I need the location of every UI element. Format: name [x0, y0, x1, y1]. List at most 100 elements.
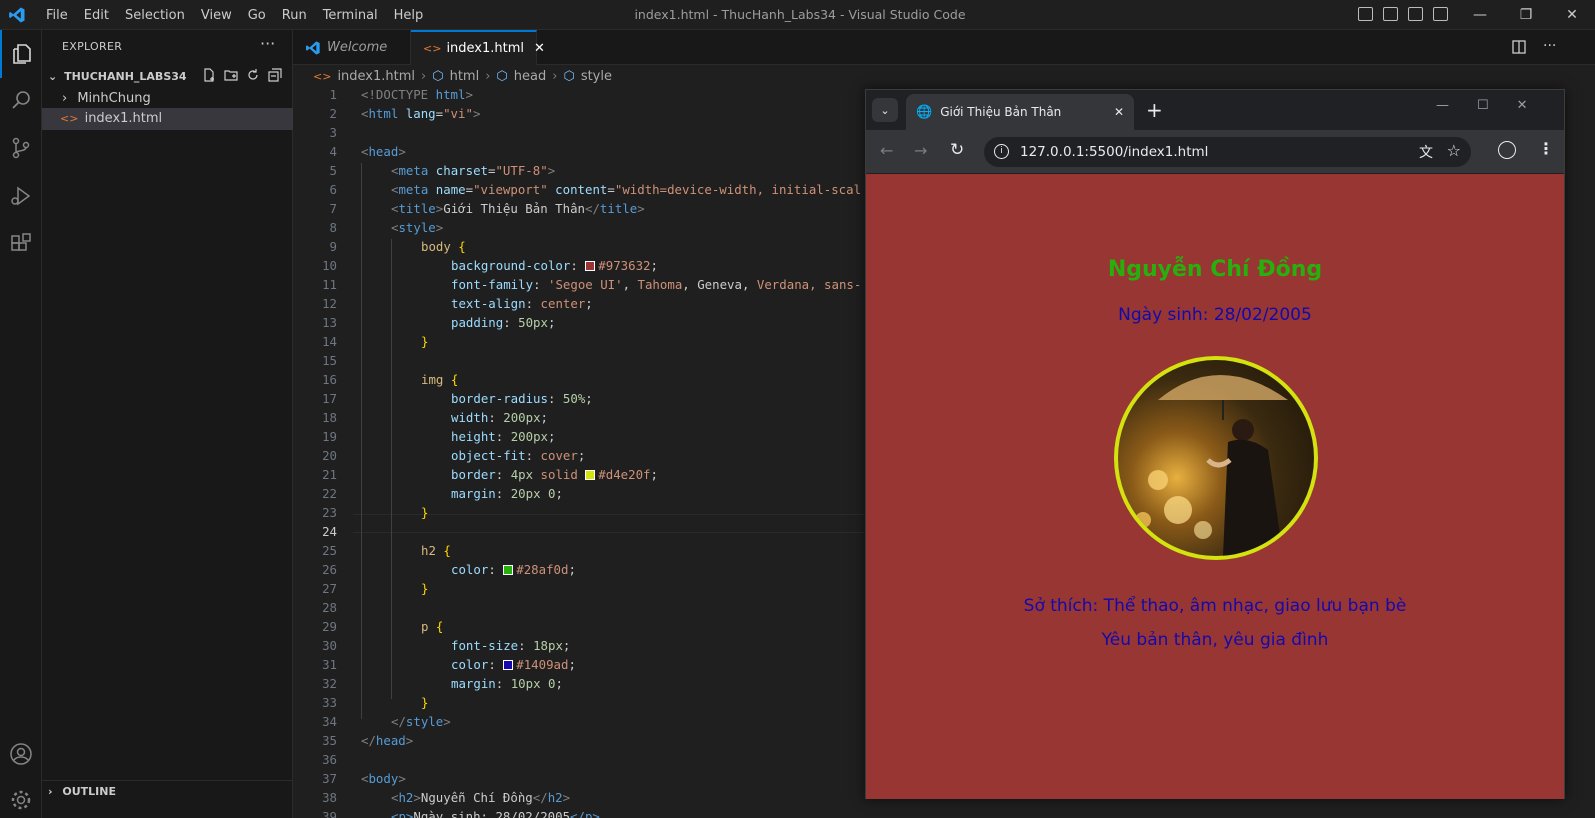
- split-editor-icon[interactable]: [1511, 39, 1527, 55]
- token: center: [540, 296, 586, 311]
- line-number: 26: [322, 562, 337, 577]
- token: ;: [540, 410, 549, 425]
- explorer-icon[interactable]: [0, 30, 42, 78]
- color-swatch[interactable]: [585, 470, 596, 480]
- new-folder-icon[interactable]: [224, 68, 238, 82]
- toggle-panel-icon[interactable]: [1383, 7, 1398, 21]
- tab-search-chevron-icon[interactable]: ⌄: [872, 98, 898, 122]
- token: height: [451, 429, 496, 444]
- menu-go[interactable]: Go: [240, 8, 274, 23]
- token: <!DOCTYPE: [361, 87, 436, 102]
- code-line: </head>: [361, 733, 413, 748]
- token: color: [451, 562, 489, 577]
- source-control-icon[interactable]: [0, 124, 42, 172]
- browser-tab-strip: ⌄ 🌐 Giới Thiệu Bản Thân ✕ + — ☐ ✕: [866, 90, 1564, 130]
- code-line: margin: 10px 0;: [361, 676, 563, 691]
- color-swatch[interactable]: [503, 660, 514, 670]
- browser-tab[interactable]: 🌐 Giới Thiệu Bản Thân ✕: [906, 94, 1134, 130]
- maximize-icon[interactable]: ☐: [1477, 98, 1489, 113]
- menu-selection[interactable]: Selection: [117, 8, 193, 23]
- token: Tahoma: [637, 277, 683, 292]
- minimize-icon[interactable]: —: [1457, 0, 1503, 30]
- breadcrumb-item[interactable]: style: [581, 69, 612, 84]
- code-line: border: 4px solid #d4e20f;: [361, 467, 658, 482]
- menu-help[interactable]: Help: [386, 8, 432, 23]
- restore-icon[interactable]: ❐: [1503, 0, 1549, 30]
- line-number: 28: [322, 600, 337, 615]
- close-window-icon[interactable]: ✕: [1517, 98, 1528, 113]
- line-number: 27: [322, 581, 337, 596]
- browser-menu-icon[interactable]: ⋮: [1538, 139, 1554, 158]
- minimize-icon[interactable]: —: [1436, 98, 1449, 113]
- breadcrumb-item[interactable]: index1.html: [337, 69, 415, 84]
- hobby-text: Sở thích: Thể thao, âm nhạc, giao lưu bạ…: [1023, 596, 1407, 616]
- forward-arrow-icon[interactable]: →: [914, 141, 927, 160]
- menu-view[interactable]: View: [193, 8, 240, 23]
- back-arrow-icon[interactable]: ←: [880, 141, 893, 160]
- color-swatch[interactable]: [503, 565, 514, 575]
- collapse-all-icon[interactable]: [268, 68, 282, 82]
- site-info-icon[interactable]: i: [994, 144, 1009, 159]
- manage-gear-icon[interactable]: [0, 776, 42, 818]
- menu-edit[interactable]: Edit: [76, 8, 117, 23]
- code-line: padding: 50px;: [361, 315, 555, 330]
- search-icon[interactable]: [0, 76, 42, 124]
- token: 50%: [562, 391, 586, 406]
- translate-icon[interactable]: 文: [1419, 142, 1433, 162]
- profile-icon[interactable]: [1498, 141, 1516, 159]
- toggle-primary-sidebar-icon[interactable]: [1358, 7, 1373, 21]
- bookmark-star-icon[interactable]: ☆: [1447, 141, 1461, 160]
- line-number: 18: [322, 410, 337, 425]
- tree-item-index1[interactable]: <> index1.html: [42, 108, 293, 130]
- breadcrumb-item[interactable]: html: [450, 69, 480, 84]
- menu-run[interactable]: Run: [274, 8, 315, 23]
- run-debug-icon[interactable]: [0, 172, 42, 220]
- token: 18px: [533, 638, 563, 653]
- tab-welcome[interactable]: Welcome: [293, 30, 411, 65]
- line-number: 11: [322, 277, 337, 292]
- code-line: <!DOCTYPE html>: [361, 87, 473, 102]
- tree-item-minhchung[interactable]: › MinhChung: [42, 88, 293, 110]
- code-line: background-color: #973632;: [361, 258, 658, 273]
- token: title: [398, 201, 436, 216]
- line-number: 20: [322, 448, 337, 463]
- close-tab-icon[interactable]: ✕: [1114, 105, 1124, 119]
- code-line: <h2>Nguyễn Chí Đồng</h2>: [361, 790, 570, 805]
- menu-terminal[interactable]: Terminal: [315, 8, 386, 23]
- code-line: <html lang="vi">: [361, 106, 480, 121]
- close-window-icon[interactable]: ✕: [1549, 0, 1595, 30]
- html-file-icon: <>: [60, 112, 79, 125]
- customize-layout-icon[interactable]: [1433, 7, 1448, 21]
- toggle-secondary-sidebar-icon[interactable]: [1408, 7, 1423, 21]
- line-number: 5: [329, 163, 337, 178]
- close-tab-icon[interactable]: ✕: [534, 41, 545, 56]
- token: ;: [585, 391, 593, 406]
- more-actions-icon[interactable]: ···: [260, 34, 275, 53]
- current-line-highlight: [353, 514, 913, 533]
- refresh-icon[interactable]: [246, 68, 260, 82]
- token: solid: [533, 467, 586, 482]
- tab-index1[interactable]: <> index1.html ✕: [411, 30, 545, 65]
- token: {: [435, 543, 451, 558]
- new-tab-icon[interactable]: +: [1146, 98, 1163, 122]
- reload-icon[interactable]: ↻: [950, 140, 964, 160]
- address-bar[interactable]: i 127.0.0.1:5500/index1.html 文 ☆: [984, 137, 1471, 167]
- token: #973632: [598, 258, 651, 273]
- color-swatch[interactable]: [585, 261, 596, 271]
- token: Nguyễn Chí Đồng: [420, 790, 533, 805]
- code-line: <head>: [361, 144, 406, 159]
- token: :: [525, 296, 541, 311]
- accounts-icon[interactable]: [0, 730, 42, 778]
- line-number: 19: [322, 429, 337, 444]
- token: ;: [562, 638, 571, 653]
- breadcrumb-item[interactable]: head: [514, 69, 546, 84]
- code-line: font-family: 'Segoe UI', Tahoma, Geneva,…: [361, 277, 861, 292]
- extensions-icon[interactable]: [0, 220, 42, 268]
- more-actions-icon[interactable]: ···: [1543, 39, 1556, 55]
- token: </p>: [570, 809, 600, 818]
- new-file-icon[interactable]: [202, 68, 216, 82]
- outline-section[interactable]: › OUTLINE: [42, 780, 293, 802]
- activity-bar: [0, 30, 42, 818]
- menu-file[interactable]: File: [38, 8, 76, 23]
- chevron-down-icon: ⌄: [48, 70, 58, 83]
